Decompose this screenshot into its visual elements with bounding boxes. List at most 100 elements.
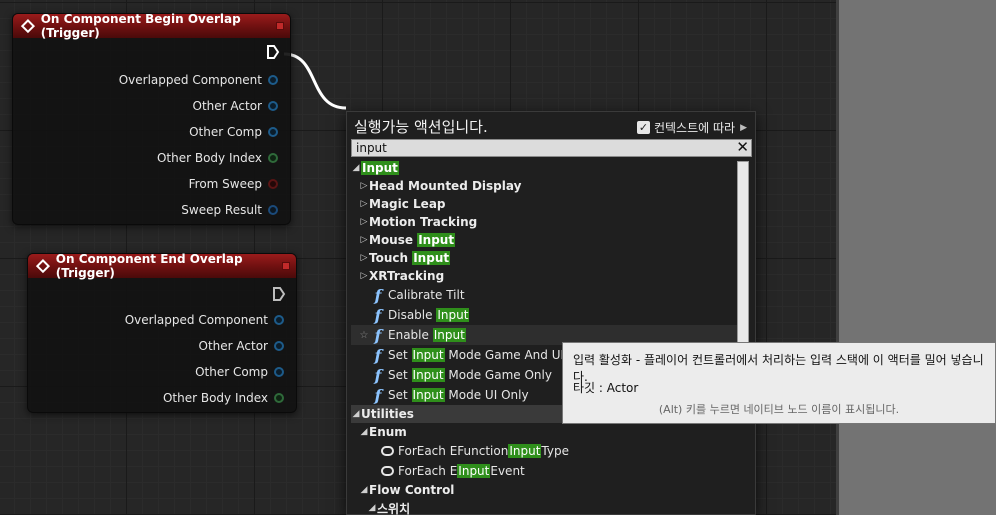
event-diamond-icon (35, 259, 50, 273)
context-label: 컨텍스트에 따라 (653, 121, 736, 135)
pin-other-comp[interactable]: Other Comp (189, 122, 278, 142)
action-label: Head Mounted Display (369, 179, 521, 193)
search-match-highlight: Input (457, 464, 491, 478)
tree-subcategory[interactable]: ◢ Flow Control (351, 481, 737, 499)
search-match-highlight: Input (411, 368, 445, 382)
node-title: On Component End Overlap (Trigger) (55, 252, 243, 280)
pin-label: Other Actor (198, 339, 268, 353)
label-text: Type (541, 444, 569, 458)
node-title: On Component Begin Overlap (Trigger) (40, 12, 241, 40)
search-input[interactable]: input ✕ (351, 139, 752, 157)
tree-subcategory[interactable]: ▷ Touch Input (351, 249, 737, 267)
action-label: Enum (369, 425, 407, 439)
action-label: Motion Tracking (369, 215, 477, 229)
label-text: Head Mounted Display (369, 179, 522, 193)
label-text: 스위치 (377, 501, 411, 515)
node-header[interactable]: On Component End Overlap (Trigger) (28, 252, 296, 280)
pin-label: From Sweep (188, 177, 262, 191)
pin-label: Overlapped Component (124, 313, 268, 327)
label-text: Mode Game And UI (444, 348, 565, 362)
action-label: Set Input Mode UI Only (388, 388, 529, 402)
pin-from-sweep[interactable]: From Sweep (189, 174, 278, 194)
object-pin-icon[interactable] (268, 101, 278, 111)
exec-wire (283, 52, 347, 110)
delegate-pin-icon[interactable] (282, 262, 290, 270)
tree-subcategory[interactable]: ▷ Mouse Input (351, 231, 737, 249)
collapsed-arrow-icon: ▷ (360, 181, 368, 191)
object-pin-icon[interactable] (274, 367, 284, 377)
pin-sweep-result[interactable]: Sweep Result (181, 200, 278, 220)
pin-label: Other Body Index (162, 391, 268, 405)
pin-other-actor[interactable]: Other Actor (199, 336, 284, 356)
integer-pin-icon[interactable] (268, 153, 278, 163)
pin-other-comp[interactable]: Other Comp (195, 362, 284, 382)
function-icon: f (374, 385, 382, 405)
tooltip-hint: (Alt) 키를 누르면 네이티브 노드 이름이 표시됩니다. (658, 403, 900, 416)
exec-output-pin-icon[interactable] (266, 44, 280, 60)
action-function-item[interactable]: f Calibrate Tilt (351, 285, 737, 305)
collapsed-arrow-icon: ▷ (360, 199, 368, 209)
event-diamond-icon (20, 19, 35, 33)
end-overlap-event-node[interactable]: On Component End Overlap (Trigger) Overl… (27, 252, 297, 413)
favorite-star-icon[interactable]: ☆ (357, 330, 371, 341)
tree-category[interactable]: ◢ Input (351, 159, 737, 177)
close-icon[interactable]: ✕ (736, 140, 749, 155)
search-match-highlight: Input (432, 328, 466, 342)
tree-subcategory[interactable]: ◢ Enum (351, 423, 737, 441)
tree-subcategory[interactable]: ▷ XRTracking (351, 267, 737, 285)
action-label: 스위치 (377, 500, 410, 515)
loop-macro-icon (381, 466, 394, 476)
label-text: Mouse (369, 233, 418, 247)
pin-label: Overlapped Component (118, 73, 262, 87)
pin-other-body-index[interactable]: Other Body Index (157, 148, 278, 168)
menu-title: 실행가능 액션입니다. (354, 118, 488, 136)
function-icon: f (374, 285, 382, 305)
expanded-arrow-icon: ◢ (360, 485, 368, 495)
action-label: Mouse Input (369, 233, 456, 247)
object-pin-icon[interactable] (268, 75, 278, 85)
action-macro-item[interactable]: ForEach EFunctionInputType (351, 441, 737, 461)
pin-overlapped-component[interactable]: Overlapped Component (125, 310, 284, 330)
context-sensitive-toggle[interactable]: ✓ 컨텍스트에 따라 ▶ (636, 119, 747, 136)
pin-other-body-index[interactable]: Other Body Index (163, 388, 284, 408)
expanded-arrow-icon: ◢ (352, 409, 360, 419)
begin-overlap-event-node[interactable]: On Component Begin Overlap (Trigger) Ove… (12, 12, 291, 225)
action-label: Touch Input (369, 251, 451, 265)
exec-output-pin-icon[interactable] (272, 286, 286, 302)
collapsed-arrow-icon: ▷ (360, 271, 368, 281)
collapsed-arrow-icon: ▷ (360, 253, 368, 263)
checkbox-checked-icon[interactable]: ✓ (636, 121, 650, 134)
label-text: Event (490, 464, 525, 478)
label-text: ForEach EFunction (398, 444, 509, 458)
tree-subcategory[interactable]: ▷ Motion Tracking (351, 213, 737, 231)
object-pin-icon[interactable] (274, 341, 284, 351)
object-pin-icon[interactable] (274, 315, 284, 325)
expanded-arrow-icon: ◢ (352, 163, 360, 173)
label-text: Touch (369, 251, 413, 265)
delegate-pin-icon[interactable] (276, 22, 284, 30)
action-label: Flow Control (369, 483, 454, 497)
collapsed-arrow-icon: ▷ (360, 217, 368, 227)
pin-other-actor[interactable]: Other Actor (193, 96, 278, 116)
function-icon: f (374, 325, 382, 345)
search-match-highlight: Input (411, 388, 445, 402)
tree-subcategory[interactable]: ▷ Head Mounted Display (351, 177, 737, 195)
label-text: Calibrate Tilt (388, 288, 465, 302)
integer-pin-icon[interactable] (274, 393, 284, 403)
pin-overlapped-component[interactable]: Overlapped Component (119, 70, 278, 90)
boolean-pin-icon[interactable] (268, 179, 278, 189)
function-icon: f (374, 305, 382, 325)
action-function-item[interactable]: f Disable Input (351, 305, 737, 325)
scrollbar[interactable] (737, 161, 749, 343)
object-pin-icon[interactable] (268, 127, 278, 137)
action-label: Set Input Mode Game Only (388, 368, 552, 382)
node-header[interactable]: On Component Begin Overlap (Trigger) (13, 12, 290, 40)
search-match-highlight: Input (436, 308, 470, 322)
collapsed-arrow-icon: ▷ (360, 235, 368, 245)
struct-pin-icon[interactable] (268, 205, 278, 215)
label-text: Mode UI Only (444, 388, 529, 402)
tree-subcategory[interactable]: ◢ 스위치 (351, 499, 737, 515)
tree-subcategory[interactable]: ▷ Magic Leap (351, 195, 737, 213)
pin-label: Other Body Index (156, 151, 262, 165)
action-macro-item[interactable]: ForEach EInputEvent (351, 461, 737, 481)
